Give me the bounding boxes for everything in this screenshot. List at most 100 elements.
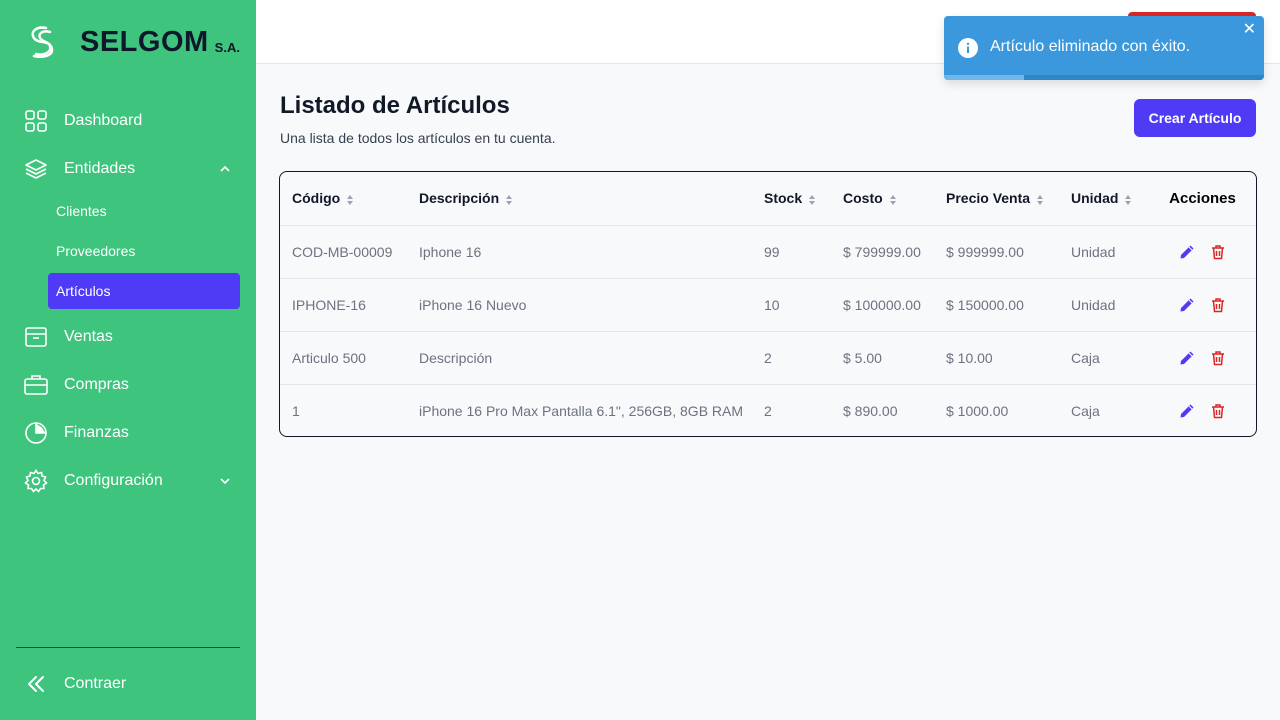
sidebar-item-ventas[interactable]: Ventas <box>0 313 256 361</box>
column-header-acciones: Acciones <box>1149 172 1256 226</box>
sort-icon <box>506 194 513 205</box>
edit-pencil-icon[interactable] <box>1179 403 1195 419</box>
create-article-button[interactable]: Crear Artículo <box>1134 99 1256 137</box>
archive-box-icon <box>24 325 48 349</box>
sidebar-subitem-clientes[interactable]: Clientes <box>48 193 240 229</box>
chevron-up-icon <box>220 165 230 172</box>
cell-codigo: 1 <box>292 402 300 419</box>
briefcase-icon <box>24 373 48 397</box>
sidebar-item-dashboard[interactable]: Dashboard <box>0 97 256 145</box>
toast-notification: Artículo eliminado con éxito. ✕ <box>944 16 1264 80</box>
toast-progress-track <box>944 75 1264 80</box>
brand-name: SELGOM <box>80 25 209 58</box>
sidebar-item-label: Dashboard <box>64 112 143 129</box>
column-header-label: Precio Venta <box>946 190 1031 207</box>
cell-codigo: COD-MB-00009 <box>280 225 407 279</box>
trash-icon[interactable] <box>1210 350 1226 366</box>
cell-unidad: Caja <box>1071 402 1100 419</box>
sidebar-subitem-proveedores[interactable]: Proveedores <box>48 233 240 269</box>
column-header-label: Unidad <box>1071 190 1119 207</box>
sidebar-nav: Dashboard Entidades Clientes Proveedores… <box>0 97 256 505</box>
sidebar-collapse-button[interactable]: Contraer <box>24 672 126 696</box>
brand-suffix: S.A. <box>214 39 240 55</box>
collapse-label: Contraer <box>64 675 127 692</box>
page-subtitle: Una lista de todos los artículos en tu c… <box>280 130 556 146</box>
cell-codigo: IPHONE-16 <box>280 278 407 332</box>
cell-precio-venta: $ 150000.00 <box>934 278 1059 332</box>
column-header-stock[interactable]: Stock <box>752 172 831 226</box>
column-header-unidad[interactable]: Unidad <box>1059 172 1149 226</box>
sort-icon <box>347 194 354 205</box>
cell-costo: $ 5.00 <box>831 331 934 385</box>
cell-descripcion: Iphone 16 <box>407 225 752 279</box>
cell-acciones <box>1149 278 1256 332</box>
trash-icon[interactable] <box>1210 403 1226 419</box>
table-row: 1 iPhone 16 Pro Max Pantalla 6.1", 256GB… <box>280 384 1256 436</box>
info-icon <box>958 38 978 58</box>
cell-acciones <box>1149 331 1256 385</box>
column-header-precio-venta[interactable]: Precio Venta <box>934 172 1059 226</box>
edit-pencil-icon[interactable] <box>1179 297 1195 313</box>
column-header-label: Descripción <box>419 190 500 207</box>
table-row: Articulo 500 Descripción 2 $ 5.00 $ 10.0… <box>280 331 1256 385</box>
column-header-descripcion[interactable]: Descripción <box>407 172 752 226</box>
cell-stock: 2 <box>764 402 772 419</box>
sidebar-item-label: Ventas <box>64 328 113 345</box>
sidebar-divider <box>16 647 240 648</box>
sidebar-item-label: Finanzas <box>64 424 129 441</box>
sort-icon <box>889 194 896 205</box>
cell-acciones <box>1149 384 1256 436</box>
sort-icon <box>809 194 816 205</box>
cell-descripcion: Descripción <box>407 331 752 385</box>
cell-descripcion: iPhone 16 Pro Max Pantalla 6.1", 256GB, … <box>419 402 744 419</box>
cell-unidad: Caja <box>1059 331 1149 385</box>
trash-icon[interactable] <box>1210 244 1226 260</box>
column-header-label: Stock <box>764 190 803 207</box>
edit-pencil-icon[interactable] <box>1179 244 1195 260</box>
column-header-label: Costo <box>843 190 883 207</box>
cell-unidad: Unidad <box>1059 225 1149 279</box>
brand-logo[interactable]: SELGOM S.A. <box>26 24 240 60</box>
sidebar-item-label: Configuración <box>64 472 163 489</box>
brand-mark-icon <box>31 26 54 58</box>
sidebar-item-finanzas[interactable]: Finanzas <box>0 409 256 457</box>
cell-descripcion: iPhone 16 Nuevo <box>407 278 752 332</box>
articles-table: Código Descripción Stock Costo Precio Ve… <box>279 171 1257 437</box>
sidebar-subitem-articulos[interactable]: Artículos <box>48 273 240 309</box>
layers-icon <box>24 157 48 181</box>
table-header-row: Código Descripción Stock Costo Precio Ve… <box>280 172 1256 226</box>
cell-costo: $ 799999.00 <box>831 225 934 279</box>
sidebar-item-configuracion[interactable]: Configuración <box>0 457 256 505</box>
sidebar-item-entidades[interactable]: Entidades <box>0 145 256 193</box>
cell-costo: $ 890.00 <box>843 402 898 419</box>
table-row: IPHONE-16 iPhone 16 Nuevo 10 $ 100000.00… <box>280 278 1256 332</box>
cell-acciones <box>1149 225 1256 279</box>
sidebar-item-label: Compras <box>64 376 129 393</box>
sidebar-item-compras[interactable]: Compras <box>0 361 256 409</box>
cell-unidad: Unidad <box>1059 278 1149 332</box>
page-title: Listado de Artículos <box>280 92 510 119</box>
cell-codigo: Articulo 500 <box>280 331 407 385</box>
toast-message: Artículo eliminado con éxito. <box>990 38 1191 55</box>
cell-stock: 10 <box>752 278 831 332</box>
chevron-down-icon <box>220 478 230 485</box>
close-icon[interactable]: ✕ <box>1243 22 1256 38</box>
column-header-costo[interactable]: Costo <box>831 172 934 226</box>
toast-progress-fill <box>944 75 1024 80</box>
cell-stock: 2 <box>752 331 831 385</box>
double-chevron-left-icon <box>28 676 44 692</box>
sort-icon <box>1125 194 1132 205</box>
cell-precio-venta: $ 10.00 <box>934 331 1059 385</box>
edit-pencil-icon[interactable] <box>1179 350 1195 366</box>
column-header-codigo[interactable]: Código <box>280 172 407 226</box>
gear-icon <box>24 469 48 493</box>
pie-chart-icon <box>24 421 48 445</box>
trash-icon[interactable] <box>1210 297 1226 313</box>
sidebar-item-label: Entidades <box>64 160 136 177</box>
column-header-label: Código <box>292 190 341 207</box>
cell-precio-venta: $ 999999.00 <box>934 225 1059 279</box>
cell-precio-venta: $ 1000.00 <box>946 402 1009 419</box>
sidebar-submenu-entidades: Clientes Proveedores Artículos <box>0 193 256 309</box>
cell-costo: $ 100000.00 <box>831 278 934 332</box>
cell-stock: 99 <box>752 225 831 279</box>
